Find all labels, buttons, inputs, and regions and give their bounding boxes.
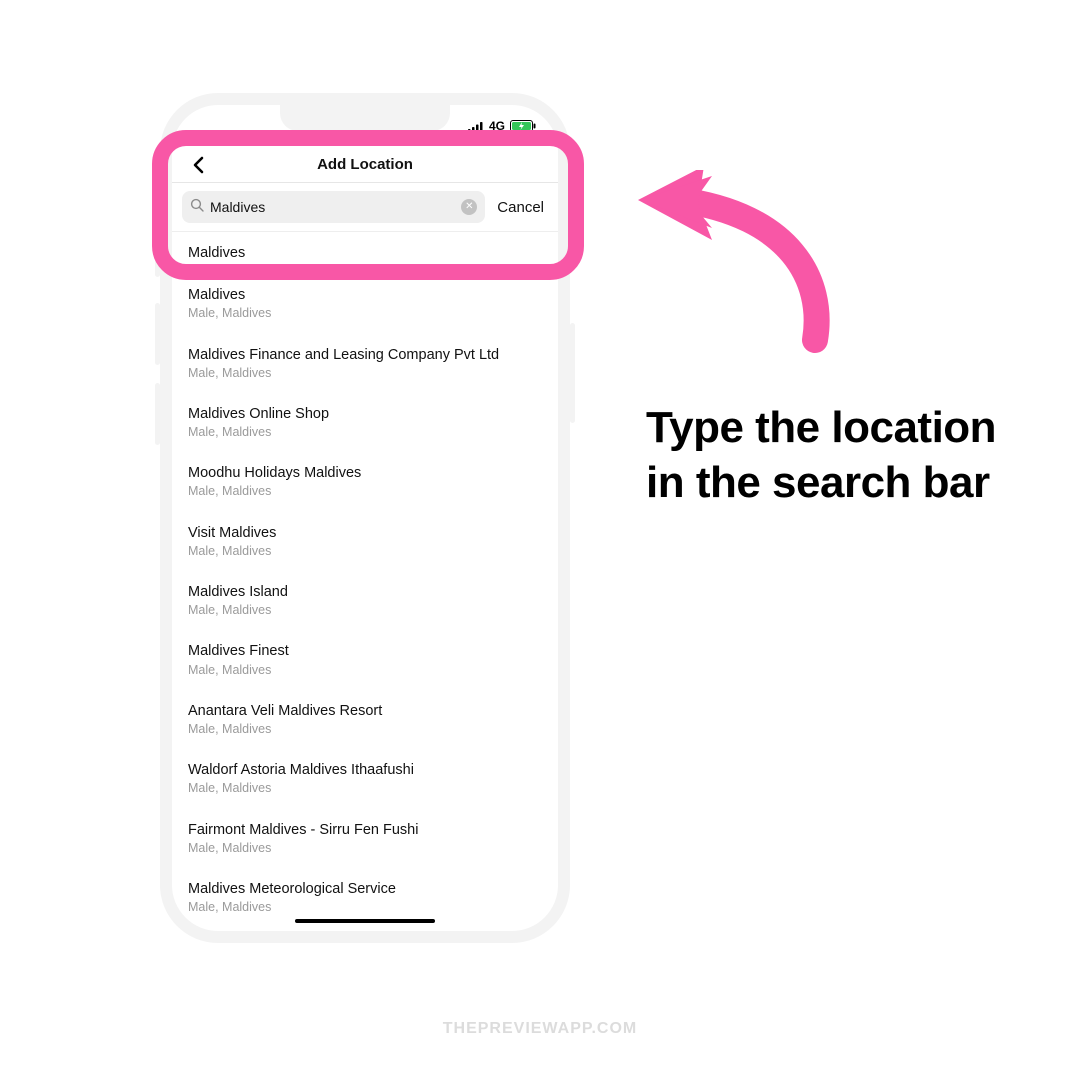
- phone-side-button: [570, 323, 575, 423]
- search-results-list[interactable]: MaldivesMaldivesMale, MaldivesMaldives F…: [172, 232, 558, 931]
- annotation-arrow-icon: [620, 170, 850, 360]
- result-name: Waldorf Astoria Maldives Ithaafushi: [188, 761, 542, 779]
- result-name: Maldives Meteorological Service: [188, 880, 542, 898]
- result-subtitle: Male, Maldives: [188, 365, 542, 381]
- result-subtitle: Male, Maldives: [188, 662, 542, 678]
- list-item[interactable]: Waldorf Astoria Maldives IthaafushiMale,…: [172, 749, 558, 808]
- result-subtitle: Male, Maldives: [188, 840, 542, 856]
- result-subtitle: Male, Maldives: [188, 483, 542, 499]
- result-subtitle: Male, Maldives: [188, 780, 542, 796]
- phone-screen: 4G Add Location: [172, 105, 558, 931]
- cancel-button[interactable]: Cancel: [493, 199, 548, 216]
- result-name: Maldives Finance and Leasing Company Pvt…: [188, 346, 542, 364]
- phone-side-button: [155, 243, 160, 277]
- list-item[interactable]: Visit MaldivesMale, Maldives: [172, 512, 558, 571]
- battery-charging-icon: [510, 120, 536, 132]
- result-subtitle: Male, Maldives: [188, 424, 542, 440]
- list-item[interactable]: Moodhu Holidays MaldivesMale, Maldives: [172, 452, 558, 511]
- result-name: Maldives: [188, 244, 542, 262]
- result-subtitle: Male, Maldives: [188, 305, 542, 321]
- annotation-text: Type the location in the search bar: [646, 400, 1026, 510]
- search-input[interactable]: [210, 199, 455, 215]
- result-name: Maldives: [188, 286, 542, 304]
- watermark: THEPREVIEWAPP.COM: [443, 1020, 638, 1038]
- search-field[interactable]: ✕: [182, 191, 485, 223]
- result-name: Maldives Finest: [188, 642, 542, 660]
- back-button[interactable]: [186, 153, 210, 177]
- result-name: Visit Maldives: [188, 524, 542, 542]
- result-name: Maldives Island: [188, 583, 542, 601]
- result-subtitle: Male, Maldives: [188, 543, 542, 559]
- result-subtitle: Male, Maldives: [188, 721, 542, 737]
- list-item[interactable]: Fairmont Maldives - Sirru Fen FushiMale,…: [172, 809, 558, 868]
- phone-side-button: [155, 383, 160, 445]
- close-icon: ✕: [465, 202, 473, 212]
- status-bar: 4G: [172, 105, 558, 147]
- list-item[interactable]: Maldives Online ShopMale, Maldives: [172, 393, 558, 452]
- result-subtitle: Male, Maldives: [188, 602, 542, 618]
- clear-search-button[interactable]: ✕: [461, 199, 477, 215]
- list-item[interactable]: Maldives Finance and Leasing Company Pvt…: [172, 334, 558, 393]
- result-name: Moodhu Holidays Maldives: [188, 464, 542, 482]
- list-item[interactable]: Maldives Finest Male, Maldives: [172, 630, 558, 689]
- phone-side-button: [155, 303, 160, 365]
- list-item[interactable]: Maldives IslandMale, Maldives: [172, 571, 558, 630]
- phone-frame: 4G Add Location: [160, 93, 570, 943]
- page-title: Add Location: [317, 156, 413, 173]
- result-subtitle: Male, Maldives: [188, 899, 542, 915]
- search-icon: [190, 198, 204, 217]
- network-label: 4G: [489, 119, 505, 133]
- cellular-signal-icon: [468, 121, 484, 132]
- result-name: Fairmont Maldives - Sirru Fen Fushi: [188, 821, 542, 839]
- home-indicator[interactable]: [295, 919, 435, 923]
- result-name: Anantara Veli Maldives Resort: [188, 702, 542, 720]
- nav-header: Add Location: [172, 147, 558, 183]
- chevron-left-icon: [192, 156, 204, 174]
- result-name: Maldives Online Shop: [188, 405, 542, 423]
- list-item[interactable]: Anantara Veli Maldives ResortMale, Maldi…: [172, 690, 558, 749]
- list-item[interactable]: Maldives: [172, 232, 558, 274]
- list-item[interactable]: MaldivesMale, Maldives: [172, 274, 558, 333]
- search-row: ✕ Cancel: [172, 183, 558, 232]
